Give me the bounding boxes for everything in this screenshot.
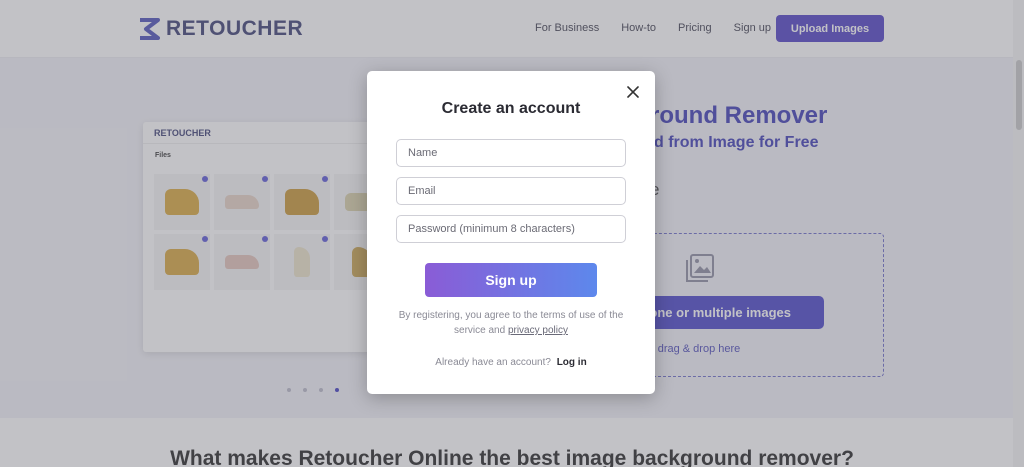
terms-notice: By registering, you agree to the terms o…: [391, 308, 631, 338]
privacy-policy-link[interactable]: privacy policy: [508, 325, 568, 336]
close-icon[interactable]: [626, 85, 640, 99]
email-input[interactable]: [396, 177, 626, 205]
login-prompt-text: Already have an account?: [435, 357, 551, 368]
name-input[interactable]: [396, 139, 626, 167]
password-input[interactable]: [396, 215, 626, 243]
log-in-link[interactable]: Log in: [557, 357, 587, 368]
sign-up-button[interactable]: Sign up: [425, 263, 597, 297]
create-account-modal: Create an account Sign up By registering…: [367, 71, 655, 394]
login-prompt-row: Already have an account? Log in: [367, 357, 655, 368]
modal-title: Create an account: [441, 100, 581, 117]
